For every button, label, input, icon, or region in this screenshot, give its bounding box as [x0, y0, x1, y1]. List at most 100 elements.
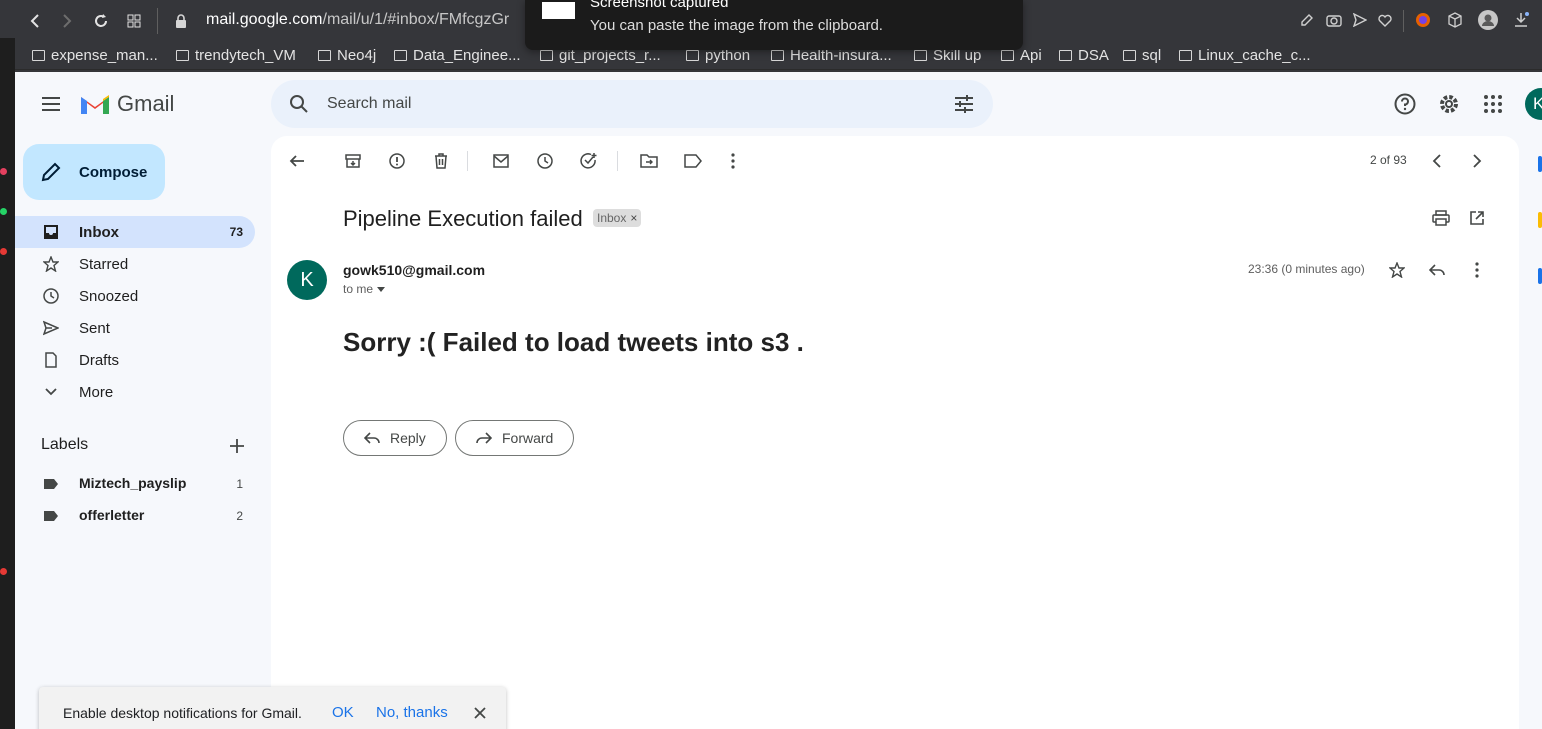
account-avatar[interactable]: K: [1525, 88, 1542, 120]
compose-button[interactable]: Compose: [23, 144, 165, 200]
help-icon[interactable]: [1393, 92, 1417, 116]
bookmark-label: Neo4j: [337, 46, 377, 64]
star-toggle-icon[interactable]: [1387, 260, 1407, 280]
sidebar-item-label: Drafts: [79, 351, 120, 369]
folder-icon: [1001, 49, 1014, 61]
back-to-inbox-icon[interactable]: [287, 151, 307, 171]
sender-email[interactable]: gowk510@gmail.com: [343, 262, 485, 278]
search-bar[interactable]: [271, 80, 993, 128]
apps-grid-icon[interactable]: [1481, 92, 1505, 116]
remove-label-icon[interactable]: ×: [630, 211, 637, 225]
forward-arrow-icon[interactable]: [56, 10, 78, 32]
search-icon[interactable]: [289, 94, 309, 114]
app-name: Gmail: [117, 91, 175, 116]
app-dot[interactable]: [0, 208, 7, 215]
reply-label: Reply: [390, 430, 426, 446]
recipients-toggle[interactable]: to me: [343, 282, 386, 296]
add-task-icon[interactable]: [579, 151, 599, 171]
sidebar-item-inbox[interactable]: Inbox 73: [15, 216, 255, 248]
camera-icon[interactable]: [1325, 11, 1343, 29]
bookmark-folder[interactable]: expense_man...: [32, 44, 158, 66]
label-icon[interactable]: [683, 151, 703, 171]
mark-unread-icon[interactable]: [491, 151, 511, 171]
main-menu-icon[interactable]: [39, 92, 63, 116]
settings-gear-icon[interactable]: [1437, 92, 1461, 116]
move-to-folder-icon[interactable]: [639, 151, 659, 171]
bookmark-folder[interactable]: Linux_cache_c...: [1179, 44, 1311, 66]
tab-grid-icon[interactable]: [123, 10, 145, 32]
folder-icon: [1059, 49, 1072, 61]
delete-trash-icon[interactable]: [431, 151, 451, 171]
send-arrow-icon[interactable]: [1351, 11, 1369, 29]
reply-arrow-icon: [364, 432, 380, 444]
report-spam-icon[interactable]: [387, 151, 407, 171]
profile-icon[interactable]: [1478, 10, 1498, 30]
search-input[interactable]: [327, 91, 887, 117]
app-dot[interactable]: [0, 248, 7, 255]
sidebar-item-sent[interactable]: Sent: [15, 312, 255, 344]
gmail-logo[interactable]: Gmail: [79, 91, 174, 117]
lock-icon[interactable]: [170, 10, 192, 32]
search-options-icon[interactable]: [953, 94, 975, 114]
close-icon[interactable]: [472, 705, 488, 721]
more-vert-icon[interactable]: [723, 151, 743, 171]
keep-app-icon[interactable]: [1538, 212, 1542, 228]
folder-icon: [771, 49, 784, 61]
download-icon[interactable]: [1512, 11, 1530, 29]
print-icon[interactable]: [1431, 208, 1451, 228]
open-new-window-icon[interactable]: [1467, 208, 1487, 228]
bookmark-folder[interactable]: DSA: [1059, 44, 1109, 66]
compose-label: Compose: [79, 163, 148, 181]
divider: [1403, 10, 1404, 32]
sidebar-item-label: Snoozed: [79, 287, 139, 305]
snooze-clock-icon[interactable]: [535, 151, 555, 171]
email-subject: Pipeline Execution failed: [343, 206, 583, 231]
sidebar-item-starred[interactable]: Starred: [15, 248, 255, 280]
chip-label: Inbox: [597, 211, 627, 225]
sidebar-item-more[interactable]: More: [15, 376, 255, 408]
heart-icon[interactable]: [1376, 11, 1394, 29]
bookmark-label: sql: [1142, 46, 1162, 64]
url-text[interactable]: mail.google.com/mail/u/1/#inbox/FMfcgzGr: [206, 11, 509, 29]
sidebar-item-snoozed[interactable]: Snoozed: [15, 280, 255, 312]
toast-message: You can paste the image from the clipboa…: [590, 17, 883, 34]
label-item[interactable]: Miztech_payslip 1: [15, 468, 255, 500]
desktop-notification-banner: Enable desktop notifications for Gmail. …: [39, 687, 506, 729]
bookmark-folder[interactable]: Data_Enginee...: [394, 44, 521, 66]
sender-avatar[interactable]: K: [287, 260, 327, 300]
notification-dismiss-button[interactable]: No, thanks: [376, 704, 448, 721]
gmail-header: Gmail K: [15, 72, 1542, 136]
extension-browser-icon[interactable]: [1414, 11, 1432, 29]
sidebar-item-drafts[interactable]: Drafts: [15, 344, 255, 376]
back-arrow-icon[interactable]: [24, 10, 46, 32]
bookmark-folder[interactable]: sql: [1123, 44, 1161, 66]
more-options-icon[interactable]: [1467, 260, 1487, 280]
add-label-icon[interactable]: [228, 437, 246, 455]
edit-icon[interactable]: [1298, 11, 1316, 29]
pencil-icon: [41, 162, 61, 182]
screenshot-toast: Screenshot captured You can paste the im…: [525, 0, 1023, 50]
bookmark-folder[interactable]: Neo4j: [318, 44, 376, 66]
toolbar-divider: [467, 151, 468, 171]
folder-icon: [914, 49, 927, 61]
forward-button[interactable]: Forward: [455, 420, 575, 456]
reload-icon[interactable]: [90, 10, 112, 32]
bookmark-label: Data_Enginee...: [413, 46, 521, 64]
tasks-app-icon[interactable]: [1538, 268, 1542, 284]
newer-chevron-left-icon[interactable]: [1427, 151, 1447, 171]
app-dot[interactable]: [0, 568, 7, 575]
archive-icon[interactable]: [343, 151, 363, 171]
app-dot[interactable]: [0, 168, 7, 175]
reply-icon[interactable]: [1427, 260, 1447, 280]
reply-button[interactable]: Reply: [343, 420, 447, 456]
os-dock: [0, 38, 15, 729]
forward-label: Forward: [502, 430, 554, 446]
label-name: offerletter: [79, 507, 145, 523]
cube-icon[interactable]: [1446, 11, 1464, 29]
screenshot-thumbnail[interactable]: [542, 2, 575, 19]
calendar-app-icon[interactable]: [1538, 156, 1542, 172]
bookmark-folder[interactable]: trendytech_VM: [176, 44, 296, 66]
notification-ok-button[interactable]: OK: [332, 704, 354, 721]
label-item[interactable]: offerletter 2: [15, 500, 255, 532]
older-chevron-right-icon[interactable]: [1467, 151, 1487, 171]
